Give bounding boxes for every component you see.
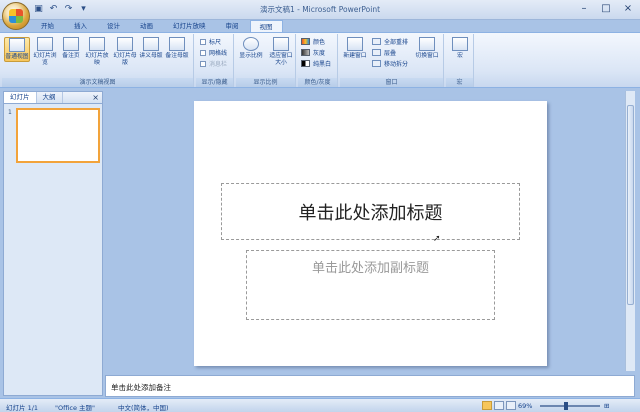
- slide-number: 1: [8, 109, 12, 116]
- message-bar-checkbox[interactable]: 消息栏: [200, 59, 227, 68]
- fit-to-window-button[interactable]: 适应窗口大小: [268, 37, 294, 67]
- switch-window-icon: [419, 37, 435, 51]
- slide-sorter-icon: [37, 37, 53, 51]
- black-white-swatch-icon: [301, 60, 310, 67]
- notes-master-icon: [169, 37, 185, 51]
- zoom-slider-thumb[interactable]: [564, 402, 568, 410]
- close-button[interactable]: ×: [622, 3, 634, 15]
- normal-view-shortcut-icon[interactable]: [482, 401, 492, 410]
- macro-icon: [452, 37, 468, 51]
- scrollbar-thumb[interactable]: [627, 105, 634, 305]
- slide-master-icon: [117, 37, 133, 51]
- slide-sorter-button[interactable]: 幻灯片浏览: [32, 37, 58, 67]
- group-label: 显示/隐藏: [196, 78, 233, 87]
- handout-master-button[interactable]: 讲义母版: [138, 37, 164, 60]
- group-macro: 宏 宏: [446, 34, 474, 87]
- ribbon: 普通视图 幻灯片浏览 备注页 幻灯片放映 幻灯片母版 讲义母版 备注母版 演示文…: [0, 32, 640, 88]
- tab-outline[interactable]: 大纲: [37, 92, 63, 103]
- magnifier-icon: [243, 37, 259, 51]
- office-button[interactable]: [2, 2, 30, 30]
- slide[interactable]: 单击此处添加标题 单击此处添加副标题: [194, 101, 547, 366]
- mouse-pointer-icon: ➚: [433, 234, 441, 244]
- minimize-button[interactable]: –: [578, 3, 590, 15]
- group-label: 窗口: [340, 78, 443, 87]
- move-split-icon: [372, 60, 381, 67]
- group-label: 演示文稿视图: [2, 78, 193, 87]
- group-label: 宏: [446, 78, 473, 87]
- grayscale-swatch-icon: [301, 49, 310, 56]
- black-white-button[interactable]: 纯黑白: [301, 59, 331, 68]
- notes-master-button[interactable]: 备注母版: [164, 37, 190, 60]
- checkbox-icon: [200, 60, 206, 67]
- grayscale-button[interactable]: 灰度: [301, 48, 325, 57]
- macro-button[interactable]: 宏: [447, 37, 473, 60]
- slide-thumbnail[interactable]: [16, 108, 100, 163]
- office-logo-icon: [9, 9, 23, 23]
- fit-to-window-icon: [273, 37, 289, 51]
- group-label: 显示比例: [236, 78, 295, 87]
- group-show-hide: 标尺 网格线 消息栏 显示/隐藏: [196, 34, 234, 87]
- normal-view-icon: [9, 38, 25, 52]
- status-bar: 幻灯片 1/1 "Office 主题" 中文(简体，中国) 69% ⊞: [0, 398, 640, 412]
- notes-page-button[interactable]: 备注页: [58, 37, 84, 60]
- notes-page-icon: [63, 37, 79, 51]
- close-pane-icon[interactable]: ×: [92, 92, 99, 104]
- group-zoom: 显示比例 适应窗口大小 显示比例: [236, 34, 296, 87]
- fit-slide-icon[interactable]: ⊞: [604, 402, 609, 410]
- theme-name: "Office 主题": [55, 404, 96, 412]
- color-button[interactable]: 颜色: [301, 37, 325, 46]
- subtitle-placeholder[interactable]: 单击此处添加副标题: [246, 250, 495, 320]
- slide-editing-area: 单击此处添加标题 单击此处添加副标题 ➚: [108, 91, 635, 371]
- slideshow-icon: [89, 37, 105, 51]
- checkbox-icon: [200, 38, 206, 45]
- vertical-scrollbar[interactable]: [625, 91, 635, 371]
- ruler-checkbox[interactable]: 标尺: [200, 37, 221, 46]
- title-bar: ▣ ↶ ↷ ▾ 演示文稿1 - Microsoft PowerPoint – □…: [0, 0, 640, 30]
- slide-sorter-shortcut-icon[interactable]: [494, 401, 504, 410]
- handout-master-icon: [143, 37, 159, 51]
- pane-tabs: 幻灯片 大纲: [4, 92, 102, 104]
- slide-counter: 幻灯片 1/1: [6, 404, 39, 412]
- group-color-grayscale: 颜色 灰度 纯黑白 颜色/灰度: [298, 34, 338, 87]
- cascade-button[interactable]: 层叠: [372, 48, 396, 57]
- new-window-button[interactable]: 新建窗口: [342, 37, 368, 60]
- arrange-all-icon: [372, 38, 381, 45]
- notes-placeholder: 单击此处添加备注: [111, 383, 171, 392]
- slideshow-shortcut-icon[interactable]: [506, 401, 516, 410]
- window-controls: – □ ×: [578, 3, 634, 15]
- language-status: 中文(简体，中国): [118, 404, 169, 412]
- normal-view-button[interactable]: 普通视图: [4, 37, 30, 62]
- cascade-icon: [372, 49, 381, 56]
- arrange-all-button[interactable]: 全部重排: [372, 37, 408, 46]
- slideshow-button[interactable]: 幻灯片放映: [84, 37, 110, 67]
- zoom-level[interactable]: 69%: [518, 402, 532, 410]
- slide-master-button[interactable]: 幻灯片母版: [112, 37, 138, 67]
- notes-pane[interactable]: 单击此处添加备注: [105, 375, 635, 397]
- zoom-slider[interactable]: [540, 402, 600, 410]
- view-shortcuts: [482, 401, 516, 410]
- maximize-button[interactable]: □: [600, 3, 612, 15]
- slides-outline-pane: 幻灯片 大纲 × 1: [3, 91, 103, 396]
- title-placeholder[interactable]: 单击此处添加标题: [221, 183, 520, 240]
- group-label: 颜色/灰度: [298, 78, 337, 87]
- group-presentation-views: 普通视图 幻灯片浏览 备注页 幻灯片放映 幻灯片母版 讲义母版 备注母版 演示文…: [2, 34, 194, 87]
- move-split-button[interactable]: 移动拆分: [372, 59, 408, 68]
- color-swatch-icon: [301, 38, 310, 45]
- zoom-button[interactable]: 显示比例: [238, 37, 264, 60]
- checkbox-icon: [200, 49, 206, 56]
- new-window-icon: [347, 37, 363, 51]
- gridlines-checkbox[interactable]: 网格线: [200, 48, 227, 57]
- window-title: 演示文稿1 - Microsoft PowerPoint: [259, 5, 381, 14]
- group-window: 新建窗口 全部重排 层叠 移动拆分 切换窗口 窗口: [340, 34, 444, 87]
- switch-window-button[interactable]: 切换窗口: [414, 37, 440, 60]
- tab-slides[interactable]: 幻灯片: [4, 92, 37, 103]
